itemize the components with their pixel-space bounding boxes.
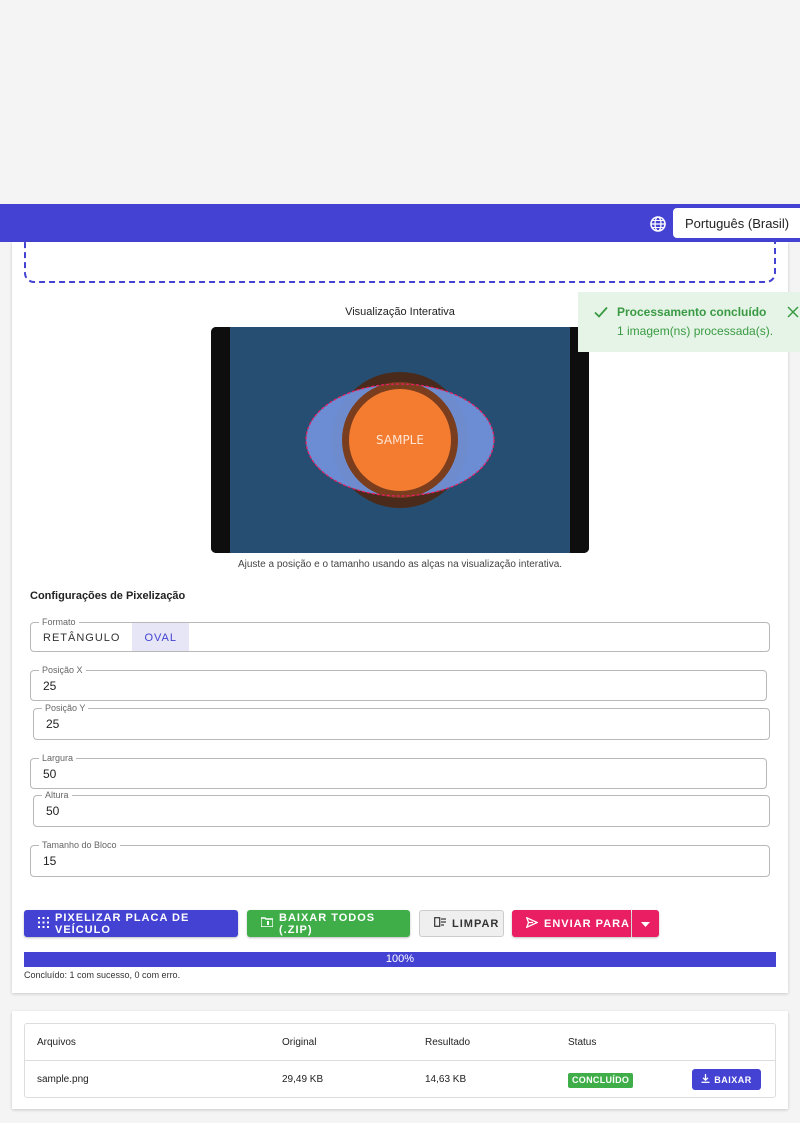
send-icon (525, 916, 539, 931)
height-label: Altura (42, 789, 72, 801)
pixelate-button-label: PIXELIZAR PLACA DE VEÍCULO (55, 911, 190, 936)
table-divider (25, 1060, 775, 1061)
pixelation-card: Visualização Interativa SAMPLE Ajuste a … (12, 238, 788, 993)
position-x-label: Posição X (39, 664, 86, 676)
block-size-label: Tamanho do Bloco (39, 839, 120, 851)
cell-file-name: sample.png (37, 1074, 89, 1085)
position-x-value[interactable]: 25 (43, 679, 56, 693)
height-field[interactable]: Altura 50 (33, 789, 770, 827)
format-field: Formato RETÂNGULO OVAL (30, 616, 770, 652)
success-toast: Processamento concluído 1 imagem(ns) pro… (578, 292, 800, 352)
width-label: Largura (39, 752, 77, 764)
position-y-value[interactable]: 25 (46, 717, 59, 731)
block-size-field[interactable]: Tamanho do Bloco 15 (30, 839, 770, 877)
download-icon (701, 1074, 710, 1085)
close-icon[interactable] (787, 305, 799, 323)
block-size-value[interactable]: 15 (43, 854, 56, 868)
position-y-label: Posição Y (42, 702, 89, 714)
format-oval-button[interactable]: OVAL (132, 623, 189, 651)
column-header-status: Status (568, 1037, 597, 1048)
results-card: Arquivos Original Resultado Status sampl… (12, 1011, 788, 1109)
sample-label: SAMPLE (376, 433, 424, 447)
position-y-field[interactable]: Posição Y 25 (33, 702, 770, 740)
format-toggle: RETÂNGULO OVAL (31, 623, 769, 651)
toast-message: 1 imagem(ns) processada(s). (617, 324, 774, 338)
preview-help-text: Ajuste a posição e o tamanho usando as a… (237, 559, 563, 570)
clear-button-label: LIMPAR (452, 917, 500, 930)
progress-label: 100% (385, 953, 415, 965)
clear-list-icon (434, 917, 446, 930)
width-value[interactable]: 50 (43, 767, 56, 781)
results-table: Arquivos Original Resultado Status sampl… (24, 1023, 776, 1098)
column-header-original: Original (282, 1037, 317, 1048)
language-select[interactable]: Português (Brasil) (673, 208, 800, 238)
clear-button[interactable]: LIMPAR (419, 910, 504, 937)
preview-canvas[interactable]: SAMPLE (211, 327, 589, 553)
position-x-field[interactable]: Posição X 25 (30, 664, 767, 701)
download-button[interactable]: BAIXAR (692, 1069, 761, 1090)
format-label: Formato (39, 616, 79, 628)
upload-dropzone[interactable] (24, 238, 776, 283)
top-app-bar: Português (Brasil) (0, 204, 800, 242)
toast-title: Processamento concluído (617, 305, 767, 319)
progress-summary: Concluído: 1 com sucesso, 0 com erro. (24, 970, 181, 980)
settings-title: Configurações de Pixelização (30, 590, 186, 602)
progress-bar: 100% (24, 952, 776, 967)
cell-result-size: 14,63 KB (425, 1074, 467, 1085)
cell-original-size: 29,49 KB (282, 1074, 324, 1085)
column-header-files: Arquivos (37, 1037, 76, 1048)
send-to-button[interactable]: ENVIAR PARA (512, 910, 631, 937)
folder-zip-icon (260, 917, 274, 930)
caret-down-icon (641, 918, 650, 930)
status-badge: CONCLUÍDO (568, 1073, 634, 1088)
globe-icon[interactable] (649, 215, 667, 233)
pixelate-button[interactable]: PIXELIZAR PLACA DE VEÍCULO (24, 910, 238, 937)
download-all-button[interactable]: BAIXAR TODOS (.ZIP) (247, 910, 410, 937)
interactive-preview[interactable]: SAMPLE (211, 327, 589, 553)
language-select-value: Português (Brasil) (685, 216, 790, 231)
column-header-result: Resultado (425, 1037, 471, 1048)
width-field[interactable]: Largura 50 (30, 752, 767, 789)
send-to-button-label: ENVIAR PARA (544, 917, 630, 930)
check-icon (594, 305, 608, 323)
download-all-button-label: BAIXAR TODOS (.ZIP) (279, 911, 376, 936)
height-value[interactable]: 50 (46, 804, 59, 818)
download-button-label: BAIXAR (714, 1074, 752, 1085)
send-to-dropdown-button[interactable] (632, 910, 659, 937)
grid-icon (38, 916, 49, 931)
